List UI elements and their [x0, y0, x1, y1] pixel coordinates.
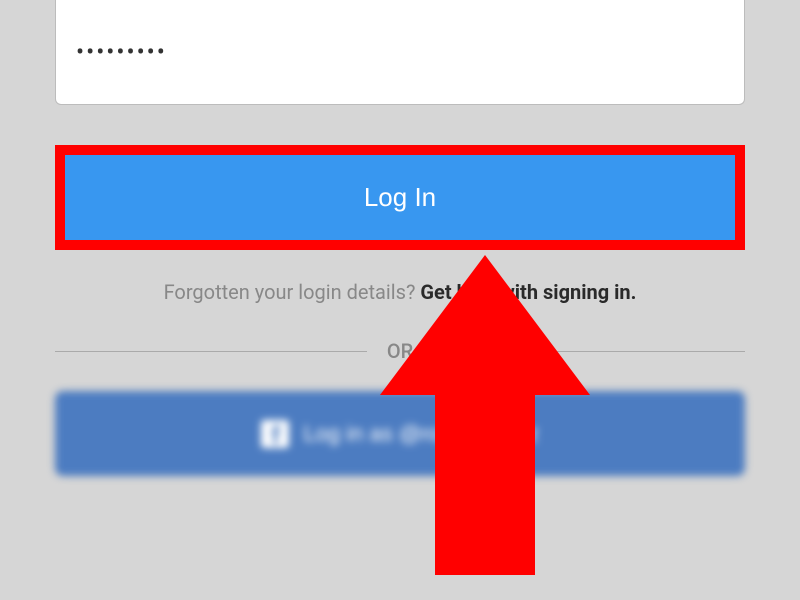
- or-divider: OR: [55, 339, 745, 363]
- password-input[interactable]: •••••••••: [55, 0, 745, 105]
- login-button-highlight: Log In: [55, 145, 745, 250]
- divider-line-right: [433, 351, 745, 352]
- facebook-login-label: Log in as @rockwooddz: [303, 421, 538, 447]
- divider-label: OR: [367, 339, 433, 363]
- facebook-login-button[interactable]: f Log in as @rockwooddz: [55, 391, 745, 476]
- divider-line-left: [55, 351, 367, 352]
- login-button-label: Log In: [364, 182, 436, 213]
- forgot-help-link[interactable]: Get help with signing in.: [420, 280, 636, 304]
- forgot-row: Forgotten your login details? Get help w…: [55, 280, 745, 304]
- login-form: ••••••••• Log In Forgotten your login de…: [0, 0, 800, 476]
- facebook-icon: f: [261, 420, 289, 448]
- password-value: •••••••••: [76, 38, 167, 66]
- forgot-prompt: Forgotten your login details?: [164, 280, 421, 304]
- login-button[interactable]: Log In: [65, 155, 735, 240]
